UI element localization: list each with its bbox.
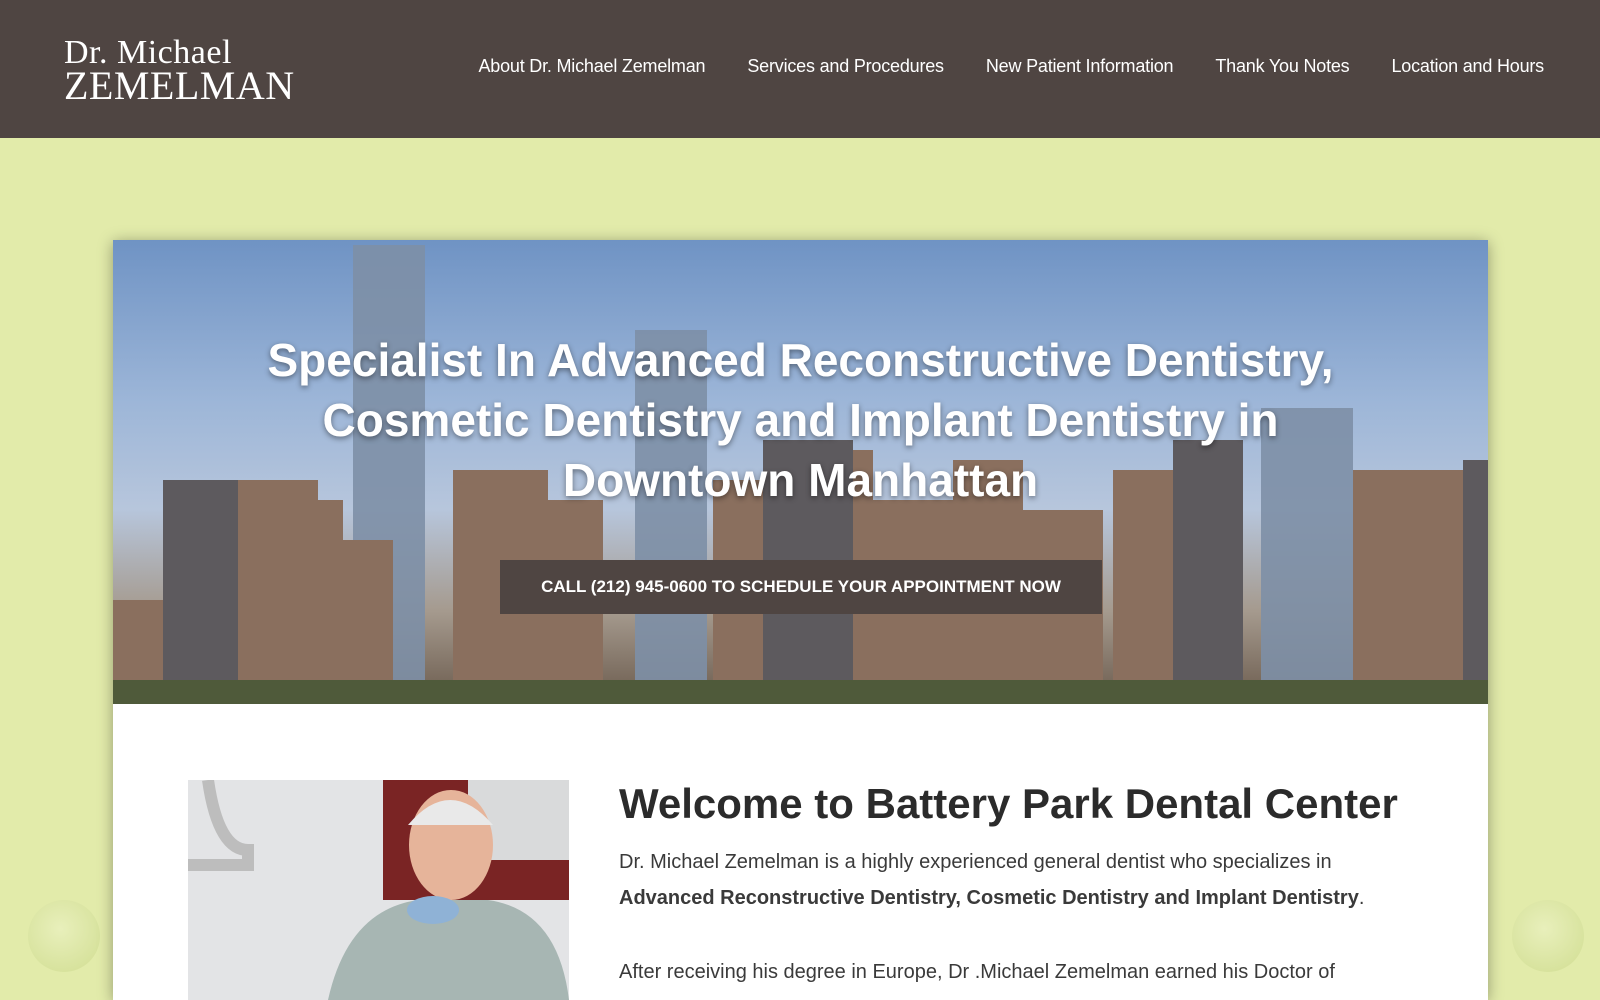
hero-banner: Specialist In Advanced Reconstructive De… xyxy=(113,240,1488,704)
content-card: Specialist In Advanced Reconstructive De… xyxy=(113,240,1488,1000)
nav-item-thank-you[interactable]: Thank You Notes xyxy=(1215,56,1349,77)
site-logo[interactable]: Dr. Michael ZEMELMAN xyxy=(64,36,295,108)
main-nav: About Dr. Michael Zemelman Services and … xyxy=(436,56,1544,77)
nav-item-services[interactable]: Services and Procedures xyxy=(747,56,944,77)
intro-end: . xyxy=(1358,887,1365,909)
doctor-photo xyxy=(188,780,569,1000)
education-paragraph: After receiving his degree in Europe, Dr… xyxy=(619,961,1335,983)
decorative-bubble-right xyxy=(1512,900,1584,972)
logo-line-2: ZEMELMAN xyxy=(64,63,295,108)
intro-specialties: Advanced Reconstructive Dentistry, Cosme… xyxy=(619,887,1359,909)
site-header: Dr. Michael ZEMELMAN About Dr. Michael Z… xyxy=(0,0,1600,138)
decorative-bubble-left xyxy=(28,900,100,972)
hero-title: Specialist In Advanced Reconstructive De… xyxy=(267,334,1334,506)
welcome-heading: Welcome to Battery Park Dental Center xyxy=(619,780,1398,827)
welcome-section: Welcome to Battery Park Dental Center Dr… xyxy=(619,778,1419,990)
call-to-schedule-button[interactable]: CALL (212) 945-0600 TO SCHEDULE YOUR APP… xyxy=(500,560,1102,614)
intro-paragraph: Dr. Michael Zemelman is a highly experie… xyxy=(619,844,1419,916)
nav-item-location[interactable]: Location and Hours xyxy=(1391,56,1544,77)
nav-item-new-patient[interactable]: New Patient Information xyxy=(986,56,1174,77)
intro-text: Dr. Michael Zemelman is a highly experie… xyxy=(619,851,1332,873)
nav-item-about[interactable]: About Dr. Michael Zemelman xyxy=(478,56,705,77)
